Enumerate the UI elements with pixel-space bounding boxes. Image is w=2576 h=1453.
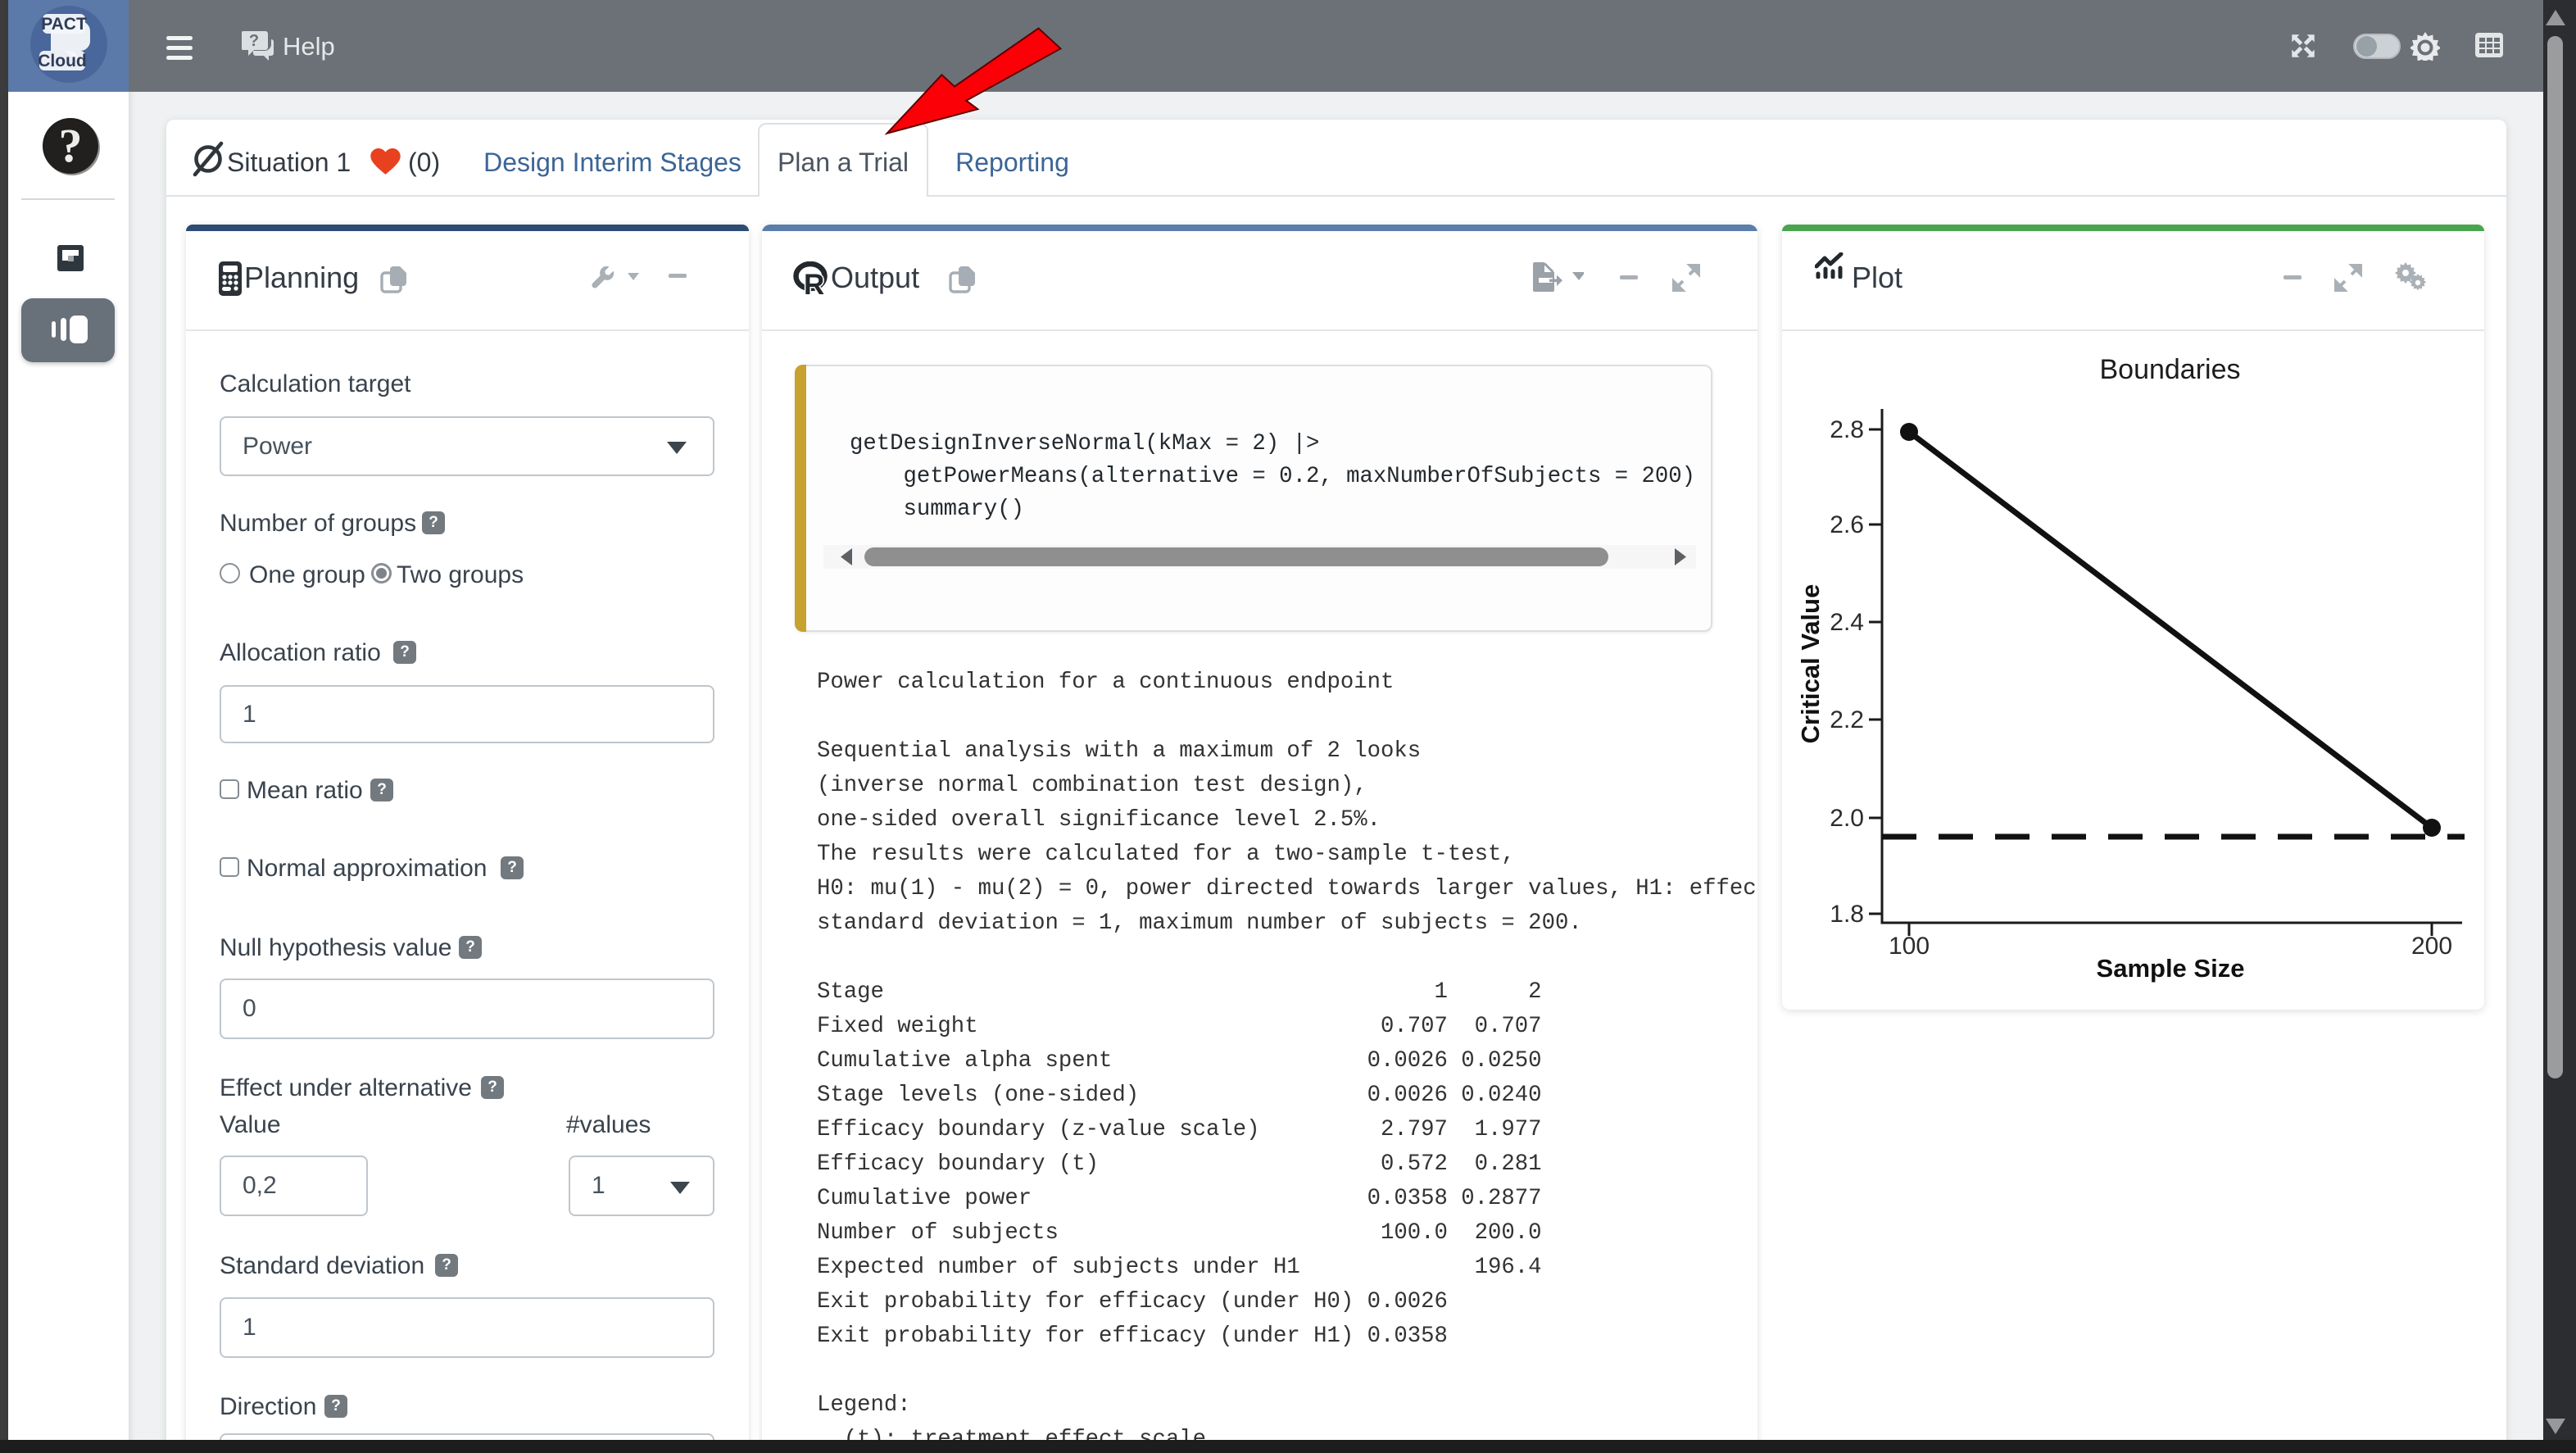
svg-text:200: 200 (2411, 933, 2452, 960)
svg-text:2.0: 2.0 (1830, 805, 1864, 832)
svg-text:Sample Size: Sample Size (2097, 954, 2245, 983)
svg-text:Critical Value: Critical Value (1796, 584, 1825, 744)
svg-text:2.6: 2.6 (1830, 511, 1864, 538)
svg-text:2.2: 2.2 (1830, 706, 1864, 733)
svg-text:Cloud: Cloud (38, 52, 86, 70)
svg-text:PACT: PACT (41, 15, 87, 34)
svg-text:?: ? (59, 119, 83, 172)
svg-text:?: ? (249, 32, 259, 50)
svg-text:R: R (804, 269, 824, 297)
svg-text:1.8: 1.8 (1830, 901, 1864, 928)
svg-text:100: 100 (1889, 933, 1930, 960)
svg-text:2.8: 2.8 (1830, 416, 1864, 443)
svg-text:2.4: 2.4 (1830, 609, 1864, 636)
